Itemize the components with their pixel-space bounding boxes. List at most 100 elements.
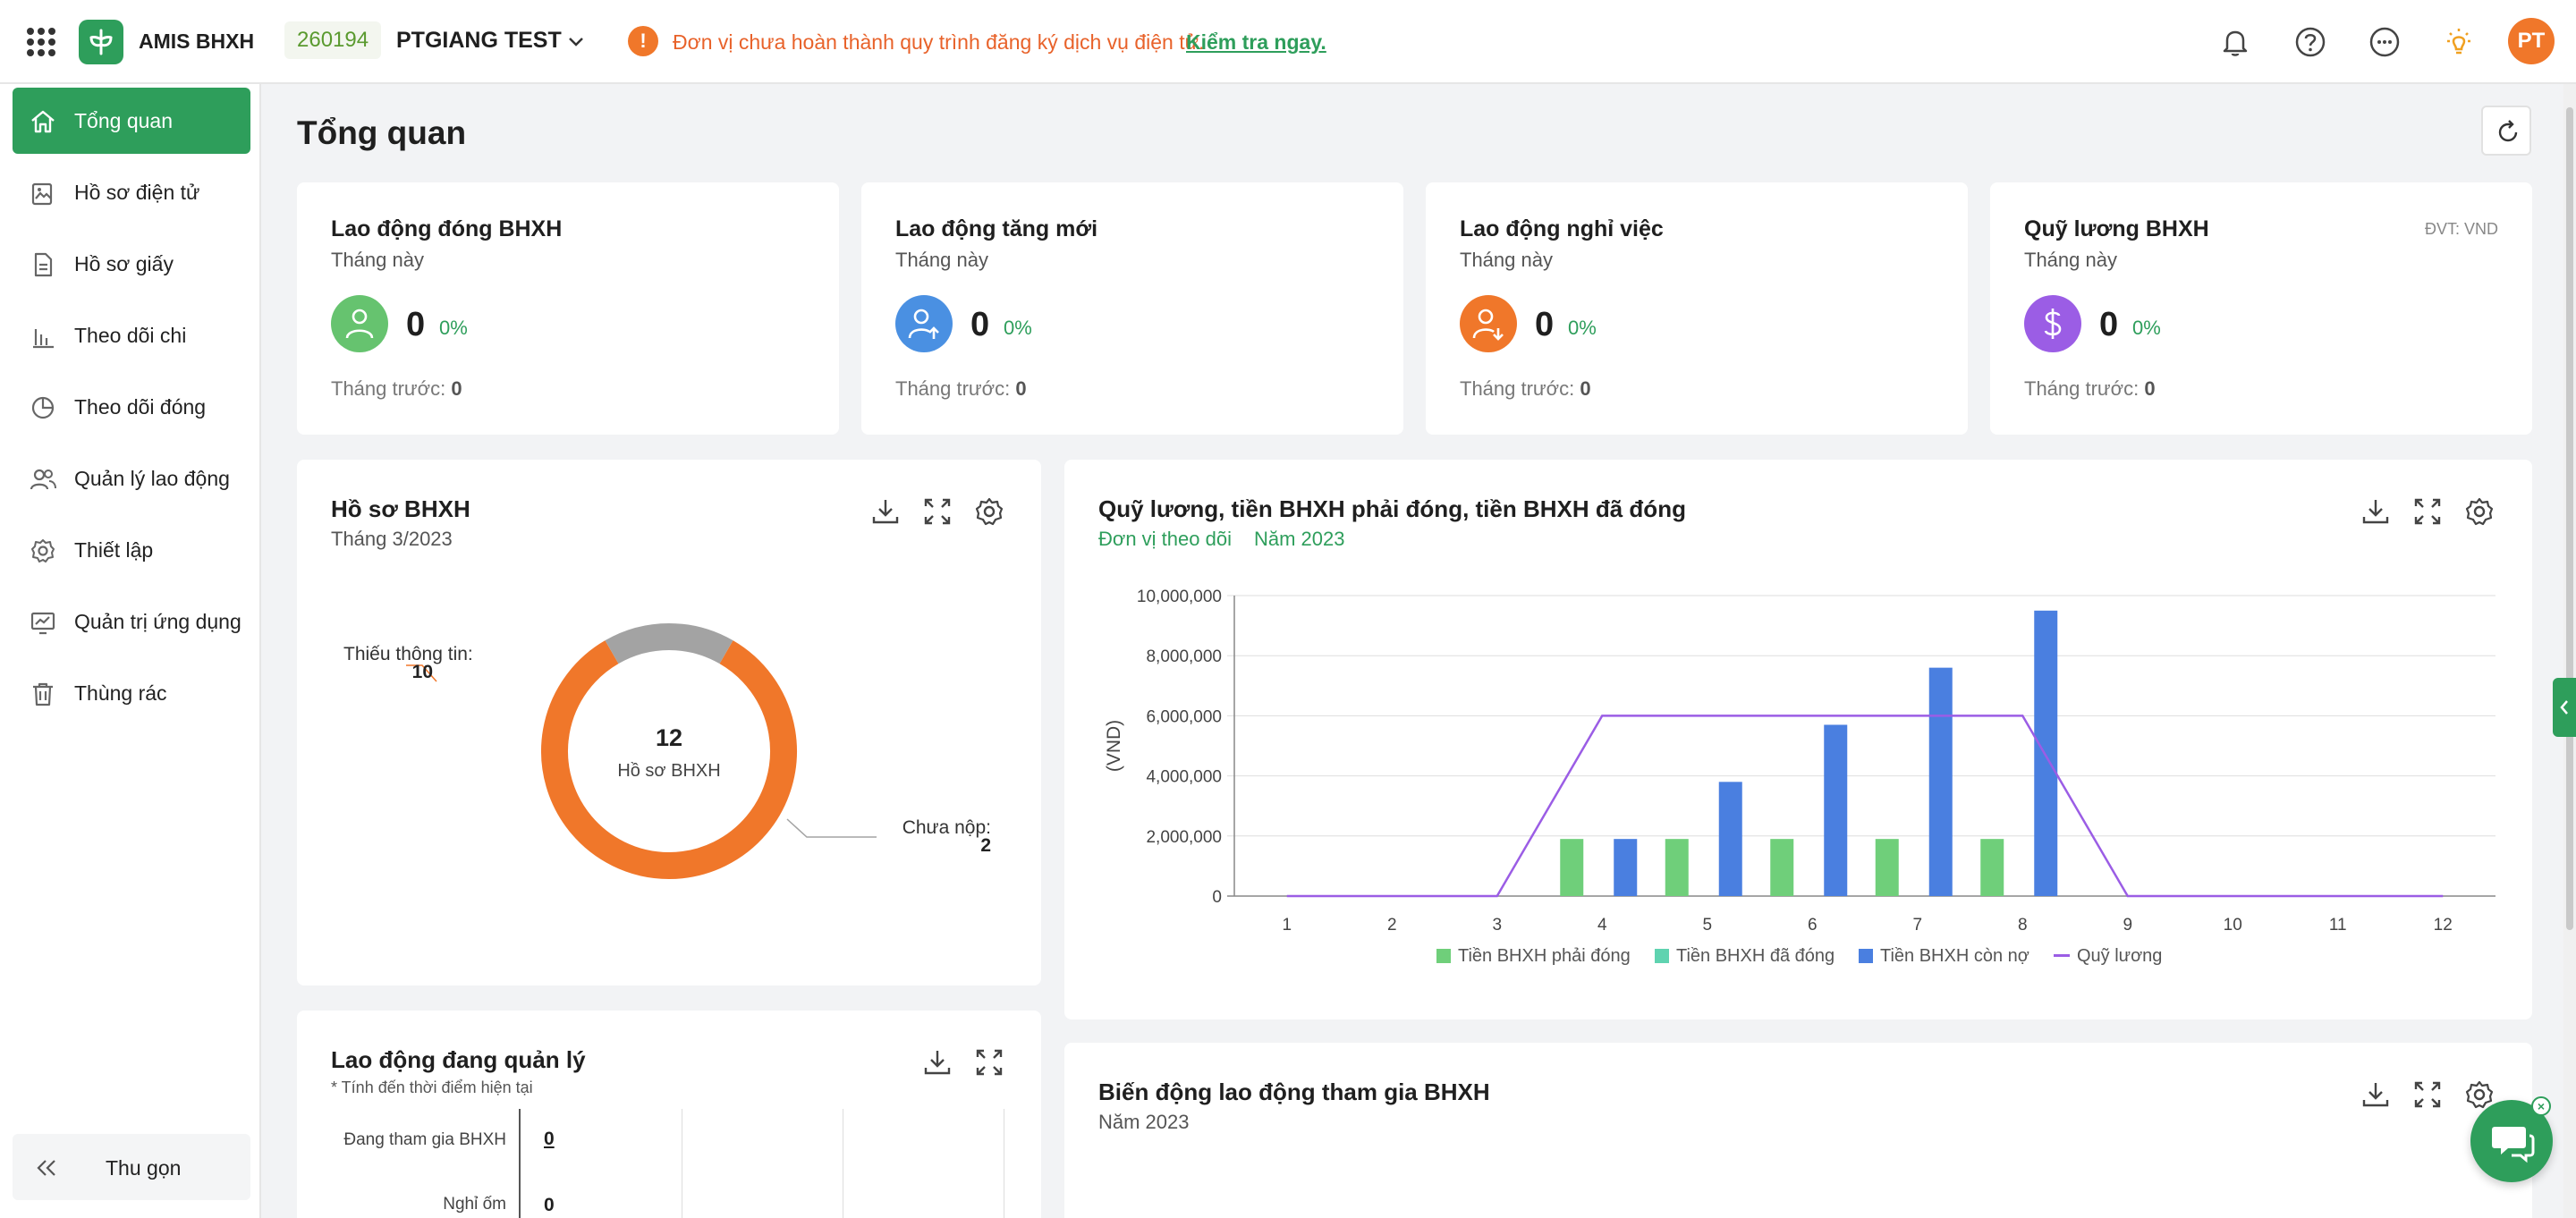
trash-icon xyxy=(29,680,57,708)
y-tick-label: 10,000,000 xyxy=(1137,588,1222,606)
stat-period: Tháng này xyxy=(331,249,424,271)
legend-item[interactable]: Quỹ lương xyxy=(2054,946,2162,967)
help-icon[interactable] xyxy=(2292,23,2329,61)
stat-percent: 0% xyxy=(439,317,468,339)
bar xyxy=(1875,839,1899,896)
y-tick-label: 0 xyxy=(1212,888,1222,907)
stat-value: 0 xyxy=(970,306,990,343)
x-tick-label: 10 xyxy=(2224,916,2242,935)
bar xyxy=(1980,839,2004,896)
double-chevron-left-icon xyxy=(32,1154,61,1182)
x-tick-label: 5 xyxy=(1702,916,1712,935)
sidebar-item-label: Thùng rác xyxy=(74,681,167,705)
pie-chart-icon xyxy=(29,393,57,422)
y-tick-label: 2,000,000 xyxy=(1146,828,1222,847)
y-axis-label: (VND) xyxy=(1104,720,1124,772)
sidebar-item-label: Tổng quan xyxy=(74,109,173,132)
sidebar-item-trash[interactable]: Thùng rác xyxy=(13,660,250,726)
bar xyxy=(2034,610,2058,896)
sidebar-item-labor-management[interactable]: Quản lý lao động xyxy=(13,445,250,512)
download-icon[interactable] xyxy=(2360,1078,2392,1111)
users-icon xyxy=(29,465,57,494)
avatar[interactable]: PT xyxy=(2508,18,2555,64)
more-options-icon[interactable] xyxy=(2366,23,2403,61)
check-now-link[interactable]: Kiểm tra ngay. xyxy=(1186,30,1326,55)
stat-title: Lao động đóng BHXH xyxy=(331,216,563,241)
sidebar-item-label: Quản lý lao động xyxy=(74,467,230,490)
combo-chart: 0 2,000,000 4,000,000 6,000,000 8,000,000 10,… xyxy=(1104,588,2496,935)
legend-item[interactable]: Tiền BHXH phải đóng xyxy=(1436,946,1631,967)
labor-variation-panel: Biến động lao động tham gia BHXH Năm 202… xyxy=(1064,1043,2532,1218)
gear-icon xyxy=(29,537,57,565)
legend-item[interactable]: Tiền BHXH đã đóng xyxy=(1655,946,1835,967)
page-title: Tổng quan xyxy=(297,114,467,151)
sidebar-item-label: Theo dõi đóng xyxy=(74,395,207,419)
org-code[interactable]: 260194 xyxy=(284,21,382,59)
stat-previous: Tháng trước: 0 xyxy=(1460,377,1591,400)
collapse-label: Thu gọn xyxy=(106,1156,182,1180)
sidebar-item-app-admin[interactable]: Quản trị ứng dụng xyxy=(13,588,250,655)
x-tick-label: 6 xyxy=(1808,916,1818,935)
stat-period: Tháng này xyxy=(895,249,988,271)
sidebar-item-label: Hồ sơ điện tử xyxy=(74,181,200,204)
sidebar-item-e-records[interactable]: Hồ sơ điện tử xyxy=(13,159,250,225)
labor-managed-panel: Lao động đang quản lý * Tính đến thời đi… xyxy=(297,1011,1041,1218)
side-panel-toggle[interactable] xyxy=(2553,678,2576,737)
bar xyxy=(1665,839,1689,896)
stat-card-new-labor: Lao động tăng mới Tháng này 0 0% Tháng t… xyxy=(861,182,1403,435)
stat-previous: Tháng trước: 0 xyxy=(331,377,462,400)
download-icon[interactable] xyxy=(921,1046,953,1078)
x-tick-label: 2 xyxy=(1387,916,1397,935)
stat-value: 0 xyxy=(2099,306,2119,343)
slice-label: Thiếu thông tin: xyxy=(343,644,473,664)
bar xyxy=(1718,782,1742,896)
stat-period: Tháng này xyxy=(2024,249,2117,271)
legend-item[interactable]: Tiền BHXH còn nợ xyxy=(1859,946,2029,967)
app-logo[interactable] xyxy=(79,20,123,64)
document-icon xyxy=(29,250,57,279)
org-name[interactable]: PTGIANG TEST xyxy=(396,28,562,54)
row-value[interactable]: 0 xyxy=(544,1129,555,1150)
stat-card-leaving-labor: Lao động nghỉ việc Tháng này 0 0% Tháng … xyxy=(1426,182,1968,435)
row-label: Đang tham gia BHXH xyxy=(343,1130,506,1149)
user-arrow-down-icon xyxy=(1460,295,1517,352)
stat-title: Quỹ lương BHXH xyxy=(2024,216,2209,241)
sidebar-item-expense-tracking[interactable]: Theo dõi chi xyxy=(13,302,250,368)
apps-grid-icon[interactable] xyxy=(27,28,55,56)
stat-percent: 0% xyxy=(2132,317,2161,339)
chevron-down-icon[interactable] xyxy=(565,30,587,52)
sidebar-item-payment-tracking[interactable]: Theo dõi đóng xyxy=(13,374,250,440)
line-series xyxy=(1286,715,2444,898)
expand-icon[interactable] xyxy=(973,1046,1005,1078)
stat-value: 0 xyxy=(406,306,426,343)
slice-label: Chưa nộp: xyxy=(902,817,991,838)
scrollbar-thumb[interactable] xyxy=(2566,107,2573,930)
chevron-left-icon xyxy=(2560,700,2568,715)
unit-label: ĐVT: VND xyxy=(2424,220,2498,238)
warning-message: Đơn vị chưa hoàn thành quy trình đăng ký… xyxy=(673,30,1205,54)
slice-value: 2 xyxy=(980,835,991,856)
stat-card-salary-fund: Quỹ lương BHXH ĐVT: VND Tháng này 0 0% T… xyxy=(1990,182,2532,435)
sidebar-item-label: Theo dõi chi xyxy=(74,324,187,347)
sidebar-item-paper-records[interactable]: Hồ sơ giấy xyxy=(13,231,250,297)
top-bar: AMIS BHXH 260194 PTGIANG TEST ! Đơn vị c… xyxy=(0,0,2576,84)
records-panel: Hồ sơ BHXH Tháng 3/2023 Thiếu thông tin:… xyxy=(297,460,1041,985)
collapse-sidebar-button[interactable]: Thu gọn xyxy=(13,1134,250,1200)
expand-icon[interactable] xyxy=(2411,1078,2444,1111)
bar xyxy=(1824,724,1848,896)
x-tick-label: 11 xyxy=(2329,916,2347,935)
salary-fund-chart-panel: Quỹ lương, tiền BHXH phải đóng, tiền BHX… xyxy=(1064,460,2532,1019)
bell-icon[interactable] xyxy=(2216,23,2254,61)
pie-slice xyxy=(541,640,797,879)
refresh-button[interactable] xyxy=(2481,106,2531,156)
panel-subtitle: Năm 2023 xyxy=(1098,1111,1190,1133)
lightbulb-icon[interactable] xyxy=(2440,23,2478,61)
sidebar-item-overview[interactable]: Tổng quan xyxy=(13,88,250,154)
sidebar-item-settings[interactable]: Thiết lập xyxy=(13,517,250,583)
user-arrow-up-icon xyxy=(895,295,953,352)
x-tick-label: 7 xyxy=(1912,916,1922,935)
x-tick-label: 1 xyxy=(1282,916,1292,935)
sidebar-item-label: Thiết lập xyxy=(74,538,154,562)
bar xyxy=(1614,839,1638,896)
close-icon[interactable]: × xyxy=(2531,1096,2551,1116)
